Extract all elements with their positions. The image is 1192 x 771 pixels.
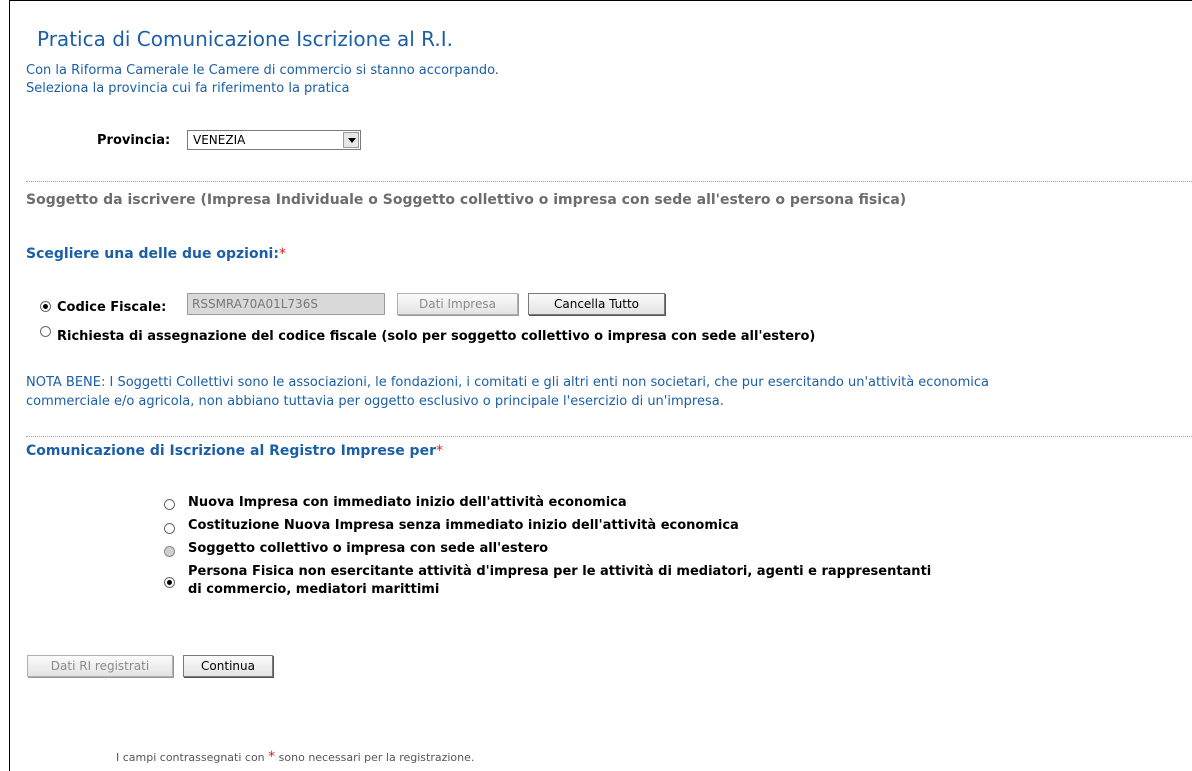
codice-fiscale-radio[interactable] — [40, 301, 51, 312]
intro-line-1: Con la Riforma Camerale le Camere di com… — [26, 63, 499, 78]
required-mark: * — [435, 443, 443, 459]
nota-line-2: commerciale e/o agricola, non abbiano tu… — [26, 394, 724, 409]
chevron-down-icon[interactable] — [343, 132, 359, 148]
nota-line-1: NOTA BENE: I Soggetti Collettivi sono le… — [26, 375, 989, 390]
provincia-selected-value: VENEZIA — [193, 133, 246, 147]
continua-button[interactable]: Continua — [183, 655, 273, 677]
dati-ri-registrati-button[interactable]: Dati RI registrati — [27, 655, 173, 677]
persona-fisica-label-line-1: Persona Fisica non esercitante attività … — [188, 564, 932, 579]
dati-impresa-button[interactable]: Dati Impresa — [397, 293, 518, 315]
required-mark: * — [268, 749, 276, 765]
choose-option-label: Scegliere una delle due opzioni: — [26, 246, 279, 262]
costituzione-radio[interactable] — [164, 523, 175, 534]
costituzione-label: Costituzione Nuova Impresa senza immedia… — [188, 518, 739, 533]
persona-fisica-radio[interactable] — [164, 577, 175, 588]
richiesta-codice-radio[interactable] — [40, 326, 51, 337]
soggetto-heading: Soggetto da iscrivere (Impresa Individua… — [26, 192, 907, 208]
choose-option-heading: Scegliere una delle due opzioni:* — [26, 246, 286, 262]
page-title: Pratica di Comunicazione Iscrizione al R… — [37, 27, 453, 51]
footer-before: I campi contrassegnati con — [116, 751, 265, 764]
nuova-impresa-label: Nuova Impresa con immediato inizio dell'… — [188, 495, 627, 510]
provincia-label: Provincia: — [97, 133, 171, 148]
nuova-impresa-radio[interactable] — [164, 499, 175, 510]
codice-fiscale-input[interactable]: RSSMRA70A01L736S — [187, 293, 385, 315]
required-mark: * — [278, 246, 286, 262]
codice-fiscale-label: Codice Fiscale: — [57, 300, 167, 315]
separator — [26, 436, 1192, 437]
comunicazione-label: Comunicazione di Iscrizione al Registro … — [26, 443, 436, 459]
separator — [26, 181, 1192, 182]
footer-after: sono necessari per la registrazione. — [278, 751, 475, 764]
provincia-select[interactable]: VENEZIA — [187, 130, 361, 150]
intro-line-2: Seleziona la provincia cui fa riferiment… — [26, 81, 350, 96]
soggetto-collettivo-label: Soggetto collettivo o impresa con sede a… — [188, 541, 549, 556]
cancella-tutto-button[interactable]: Cancella Tutto — [528, 293, 665, 315]
richiesta-codice-label: Richiesta di assegnazione del codice fis… — [57, 329, 816, 344]
soggetto-collettivo-radio[interactable] — [164, 546, 175, 557]
persona-fisica-label-line-2: di commercio, mediatori marittimi — [188, 582, 440, 597]
comunicazione-heading: Comunicazione di Iscrizione al Registro … — [26, 443, 443, 459]
footer-note: I campi contrassegnati con * sono necess… — [116, 749, 474, 765]
